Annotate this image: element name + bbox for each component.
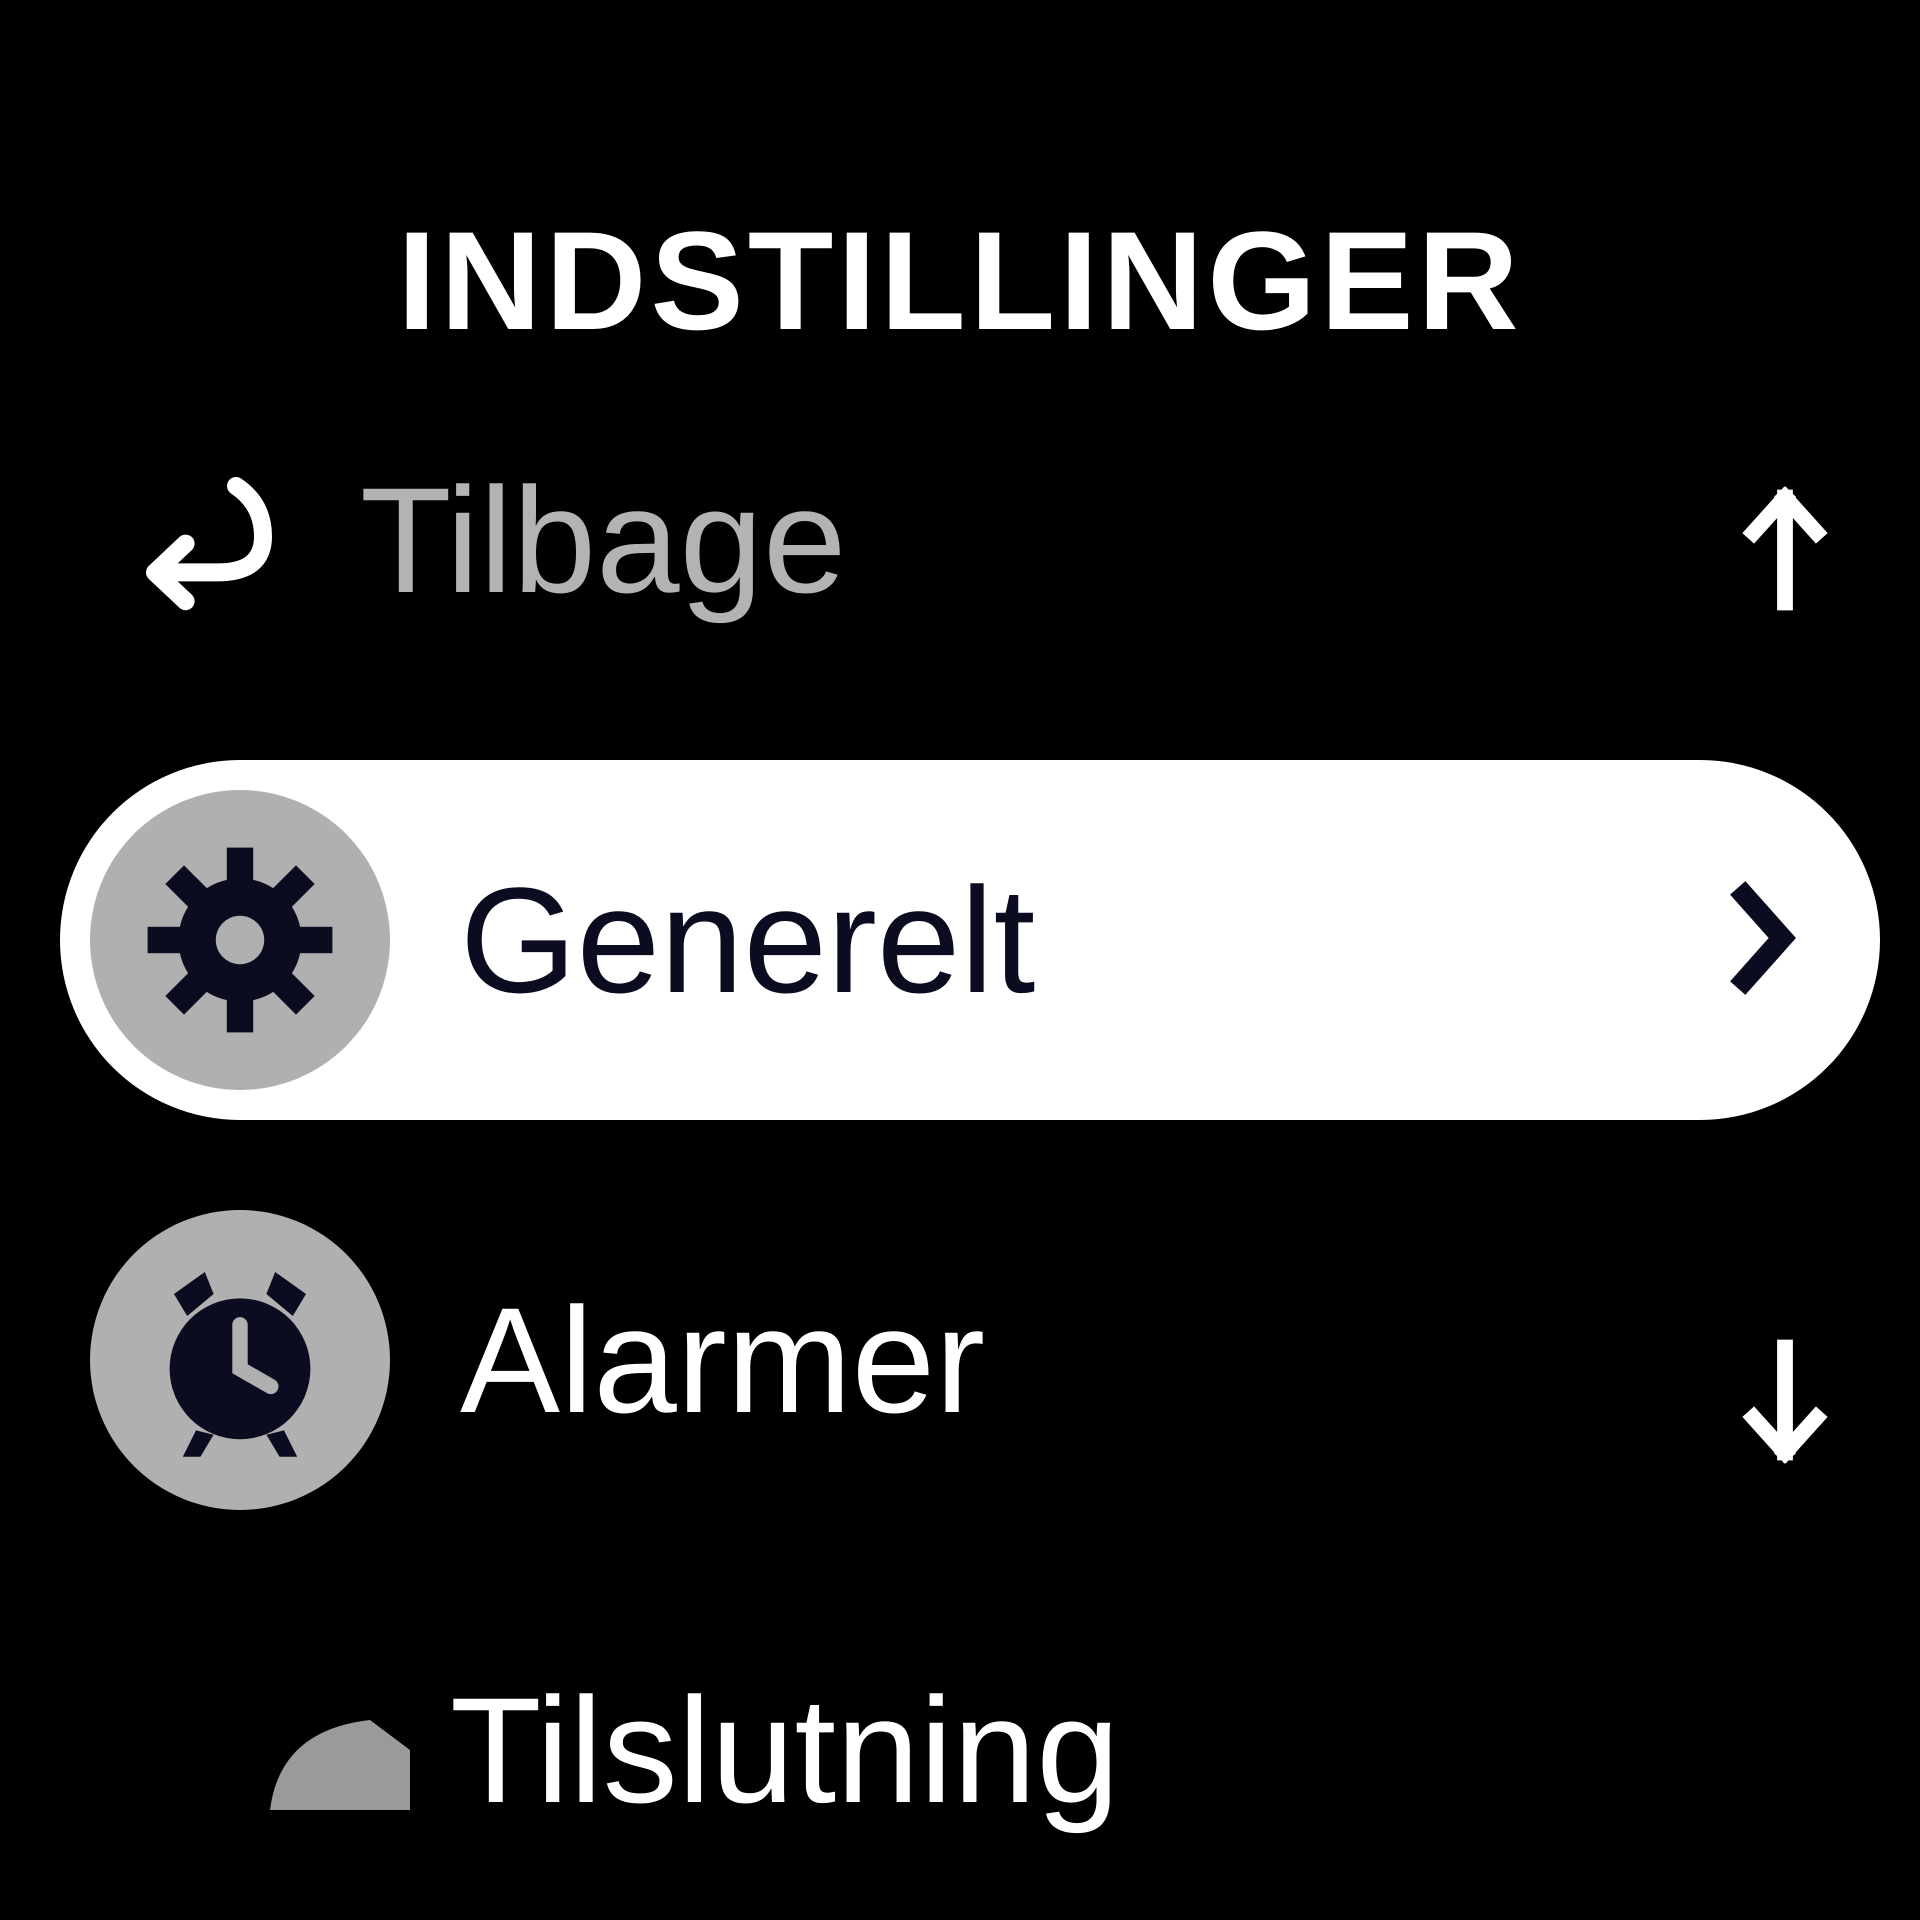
chevron-right-icon <box>1720 873 1800 1008</box>
arrow-up-icon <box>1730 480 1840 620</box>
gear-icon <box>90 790 390 1090</box>
scroll-up-button[interactable] <box>1730 480 1840 625</box>
scroll-down-button[interactable] <box>1730 1330 1840 1475</box>
arrow-down-icon <box>1730 1330 1840 1470</box>
page-title: INDSTILLINGER <box>397 200 1522 362</box>
connection-icon <box>230 1690 410 1810</box>
menu-item-back[interactable]: Tilbage <box>110 440 1920 640</box>
menu-item-alarms[interactable]: Alarmer <box>90 1220 1920 1500</box>
menu-item-label: Tilbage <box>360 454 846 627</box>
menu-item-label: Generelt <box>460 854 1035 1027</box>
menu-item-general[interactable]: Generelt <box>60 760 1880 1120</box>
menu-item-label: Tilslutning <box>450 1664 1120 1837</box>
back-arrow-icon <box>110 450 290 630</box>
menu-item-label: Alarmer <box>460 1274 985 1447</box>
watch-settings-screen: INDSTILLINGER Tilbage <box>0 0 1920 1920</box>
menu-item-connection[interactable]: Tilslutning <box>230 1650 1920 1850</box>
alarm-clock-icon <box>90 1210 390 1510</box>
